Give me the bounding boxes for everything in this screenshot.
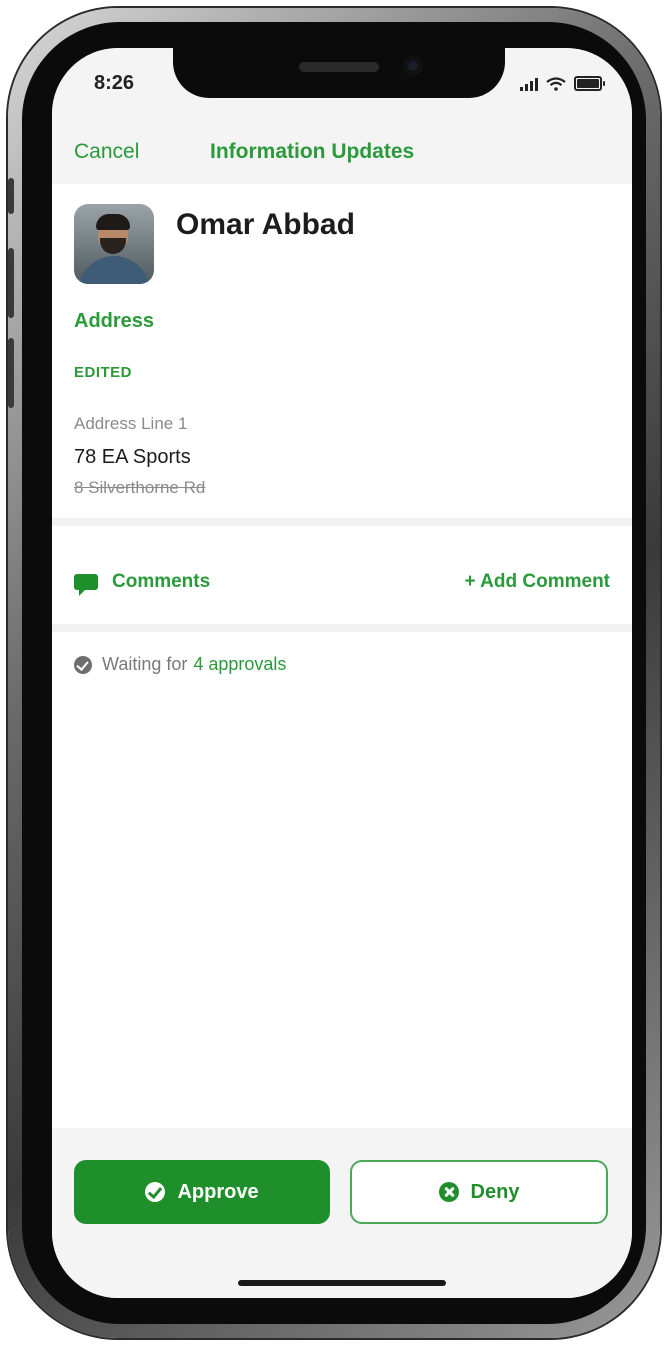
signal-icon	[520, 78, 538, 91]
wifi-icon	[546, 77, 566, 91]
old-value: 8 Silverthorne Rd	[74, 478, 206, 497]
page-title: Information Updates	[210, 140, 415, 163]
speaker-grille	[299, 62, 379, 72]
app-screen: 8:26 Cancel Information Updates Omar Abb…	[52, 48, 632, 1298]
employee-name: Omar Abbad	[176, 208, 355, 241]
section-title: Address	[74, 310, 155, 332]
volume-down-button	[8, 338, 14, 408]
volume-up-button	[8, 248, 14, 318]
new-value: 78 EA Sports	[74, 446, 191, 468]
edited-badge: EDITED	[74, 364, 133, 381]
mute-switch	[8, 178, 14, 214]
approve-label: Approve	[177, 1180, 259, 1203]
comment-icon	[74, 574, 98, 596]
field-label: Address Line 1	[74, 414, 188, 433]
status-icons	[520, 76, 605, 91]
cancel-button[interactable]: Cancel	[74, 140, 139, 164]
deny-button[interactable]: Deny	[350, 1160, 608, 1224]
comments-row: Comments + Add Comment	[52, 534, 632, 624]
approve-button[interactable]: Approve	[74, 1160, 330, 1224]
profile-header: Omar Abbad	[74, 204, 355, 284]
check-circle-icon	[74, 655, 92, 674]
deny-label: Deny	[470, 1180, 520, 1203]
battery-icon	[574, 76, 605, 91]
approval-status-prefix: Waiting for	[102, 654, 188, 674]
avatar	[74, 204, 154, 284]
divider	[52, 518, 632, 526]
approval-status: Waiting for 4 approvals	[74, 654, 286, 675]
home-indicator[interactable]	[238, 1280, 446, 1286]
check-circle-icon	[145, 1182, 166, 1202]
status-time: 8:26	[94, 72, 135, 94]
add-comment-button[interactable]: + Add Comment	[465, 571, 611, 593]
action-panel: Approve Deny	[52, 1128, 632, 1298]
approval-count-link[interactable]: 4 approvals	[193, 654, 286, 675]
comments-link[interactable]: Comments	[112, 571, 210, 593]
nav-bar: Cancel Information Updates	[52, 120, 632, 184]
x-circle-icon	[438, 1182, 459, 1202]
divider	[52, 624, 632, 632]
camera-icon	[403, 56, 423, 76]
notch	[173, 48, 505, 98]
